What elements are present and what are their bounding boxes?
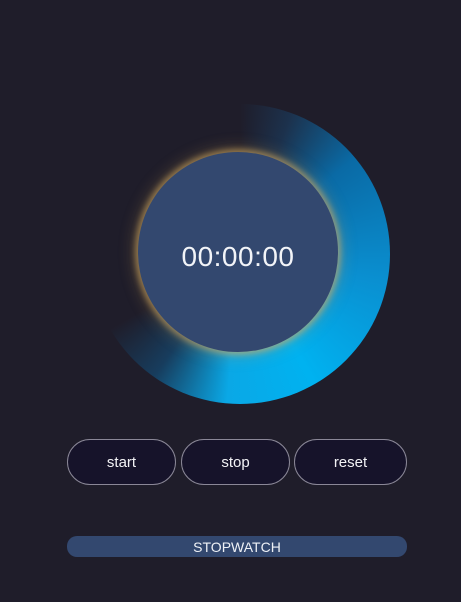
app-title-bar: STOPWATCH — [67, 536, 407, 557]
dial-face: 00:00:00 — [138, 152, 338, 352]
stop-button[interactable]: stop — [181, 439, 290, 485]
start-button[interactable]: start — [67, 439, 176, 485]
reset-button[interactable]: reset — [294, 439, 407, 485]
stopwatch-dial: 00:00:00 — [90, 104, 390, 404]
time-display: 00:00:00 — [181, 241, 295, 272]
